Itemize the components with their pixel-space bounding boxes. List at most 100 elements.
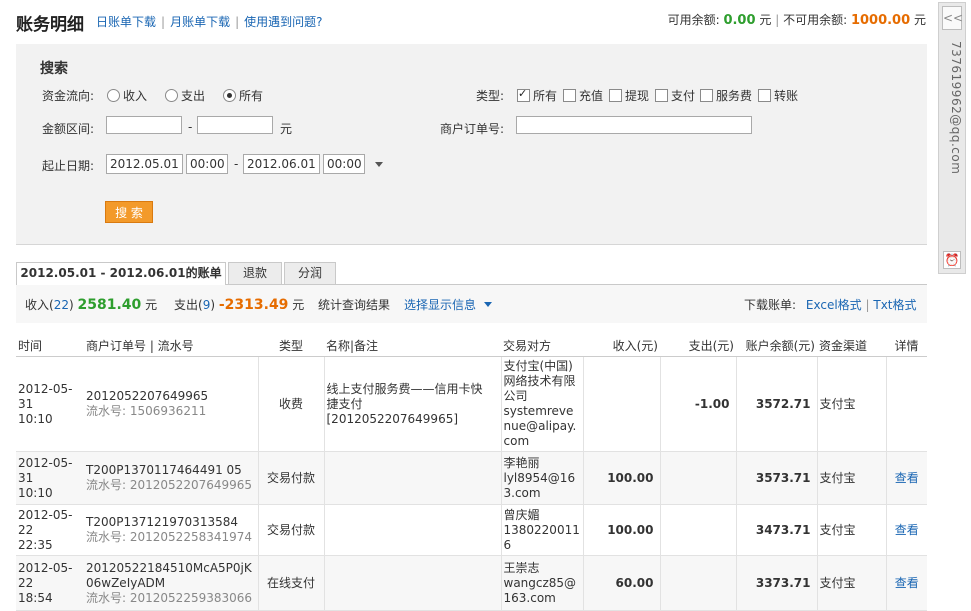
order-cell: 20120522184510McA5P0jK06wZeIyADM 流水号: 201… — [84, 555, 258, 611]
help-link[interactable]: 使用遇到问题? — [244, 15, 322, 29]
chevron-down-icon[interactable] — [375, 162, 383, 167]
order-number: 20120522184510McA5P0jK06wZeIyADM — [86, 560, 252, 590]
stats-query-link[interactable]: 统计查询结果 — [318, 296, 390, 313]
flow-option-income: 收入 — [123, 89, 148, 103]
income-cell: 60.00 — [583, 555, 660, 611]
available-balance-label: 可用余额: — [667, 13, 720, 27]
order-number-input[interactable] — [516, 116, 752, 134]
time-cell: 2012-05-31 10:10 — [16, 451, 84, 505]
search-button[interactable]: 搜 索 — [105, 201, 153, 223]
type-option-withdraw: 提现 — [625, 89, 650, 103]
time-cell: 2012-05-22 22:35 — [16, 504, 84, 556]
counterparty-cell: 曾庆媚 13802200116 — [500, 504, 584, 556]
row-time: 22:35 — [18, 537, 53, 552]
tab-refund[interactable]: 退款 — [228, 262, 282, 284]
flow-option-all: 所有 — [239, 89, 264, 103]
start-time-input[interactable]: 00:00 — [186, 154, 228, 174]
column-header: 资金渠道 — [817, 334, 886, 357]
type-checkbox-transfer[interactable] — [758, 89, 771, 102]
unavailable-balance-value: 1000.00 — [850, 13, 911, 28]
row-date: 2012-05-31 — [18, 455, 73, 485]
separator: | — [775, 13, 780, 27]
display-info-label: 选择显示信息 — [404, 298, 477, 312]
transactions-table: 时间 商户订单号 | 流水号 类型 名称|备注 交易对方 收入(元) 支出(元)… — [16, 334, 927, 611]
bill-tabs: 2012.05.01 - 2012.06.01的账单 退款 分润 — [16, 262, 927, 285]
available-balance-value: 0.00 — [723, 13, 756, 28]
view-detail-link[interactable]: 查看 — [895, 576, 919, 590]
display-info-menu[interactable]: 选择显示信息 — [404, 296, 492, 313]
excel-download-link[interactable]: Excel格式 — [806, 298, 862, 312]
detail-cell — [886, 356, 927, 452]
expense-label: 支出( — [174, 298, 203, 312]
account-detail-page: 账务明细 日账单下载 | 月账单下载 | 使用遇到问题? 可用余额: 0.00 元 | … — [0, 0, 935, 611]
order-number: T200P137121970313584 — [86, 515, 238, 529]
counterparty-account: systemrevenue@alipay.com — [503, 404, 577, 448]
alarm-clock-icon[interactable]: ⏰ — [943, 251, 961, 269]
income-count-link[interactable]: 22 — [54, 298, 69, 312]
header-links: 日账单下载 | 月账单下载 | 使用遇到问题? — [96, 13, 323, 30]
type-checkbox-payment[interactable] — [655, 89, 668, 102]
channel-cell: 支付宝 — [816, 555, 887, 611]
counterparty-cell: 王崇志 wangcz85@163.com — [500, 555, 584, 611]
download-bill: 下载账单: Excel格式 | Txt格式 — [744, 296, 917, 313]
row-time: 18:54 — [18, 590, 53, 605]
column-header: 收入(元) — [583, 334, 660, 357]
time-cell: 2012-05-31 10:10 — [16, 356, 84, 452]
flow-radio-expense[interactable] — [165, 89, 178, 102]
serial-prefix: 流水号: — [86, 404, 127, 418]
column-header: 时间 — [16, 334, 84, 357]
column-header: 详情 — [886, 334, 927, 357]
amount-range-label: 金额区间: — [42, 122, 95, 136]
tab-bill-range[interactable]: 2012.05.01 - 2012.06.01的账单 — [16, 262, 226, 285]
serial-prefix: 流水号: — [86, 530, 127, 544]
currency-unit: 元 — [913, 13, 926, 27]
daily-bill-download-link[interactable]: 日账单下载 — [96, 15, 156, 29]
type-checkbox-all[interactable] — [517, 87, 530, 102]
range-dash: - — [188, 120, 193, 134]
type-option-all: 所有 — [533, 89, 558, 103]
counterparty-cell: 支付宝(中国)网络技术有限公司 systemrevenue@alipay.com — [500, 356, 584, 452]
type-checkbox-recharge[interactable] — [563, 89, 576, 102]
column-header: 名称|备注 — [324, 334, 501, 357]
txt-download-link[interactable]: Txt格式 — [873, 298, 916, 312]
type-checkbox-withdraw[interactable] — [609, 89, 622, 102]
monthly-bill-download-link[interactable]: 月账单下载 — [170, 15, 230, 29]
flow-option-expense: 支出 — [181, 89, 206, 103]
serial-number: 1506936211 — [129, 404, 207, 418]
end-date-input[interactable]: 2012.06.01 — [243, 154, 320, 174]
row-date: 2012-05-31 — [18, 381, 73, 411]
income-cell: 100.00 — [583, 451, 660, 505]
start-date-input[interactable]: 2012.05.01 — [106, 154, 183, 174]
type-option-transfer: 转账 — [774, 89, 799, 103]
amount-max-input[interactable] — [197, 116, 273, 134]
counterparty-cell: 李艳丽 lyl8954@163.com — [500, 451, 584, 505]
income-label-close: ) — [68, 298, 74, 312]
end-time-input[interactable]: 00:00 — [323, 154, 365, 174]
name-cell — [324, 504, 501, 556]
table-row: 2012-05-31 10:10 2012052207649965 流水号: 150… — [16, 356, 927, 452]
column-header: 交易对方 — [501, 334, 583, 357]
flow-radio-income[interactable] — [107, 89, 120, 102]
income-unit: 元 — [145, 298, 158, 312]
counterparty-name: 曾庆媚 — [503, 507, 540, 522]
detail-cell: 查看 — [886, 504, 927, 556]
tab-profit-share[interactable]: 分润 — [284, 262, 336, 284]
time-cell: 2012-05-22 18:54 — [16, 555, 84, 611]
counterparty-name: 王崇志 — [503, 560, 540, 575]
name-cell: 线上支付服务费——信用卡快捷支付[2012052207649965] — [324, 356, 501, 452]
channel-cell: 支付宝 — [816, 504, 887, 556]
type-checkbox-service-fee[interactable] — [700, 89, 713, 102]
collapse-button[interactable]: << — [942, 6, 963, 30]
summary-bar: 收入(22) 2581.40 元 支出(9) -2313.49 元 统计查询结果… — [16, 285, 927, 323]
serial-prefix: 流水号: — [86, 478, 127, 492]
type-option-payment: 支付 — [671, 89, 696, 103]
counterparty-account: wangcz85@163.com — [503, 575, 577, 605]
amount-min-input[interactable] — [106, 116, 182, 134]
column-header: 类型 — [258, 334, 324, 357]
page-header: 账务明细 日账单下载 | 月账单下载 | 使用遇到问题? 可用余额: 0.00 元 | … — [16, 8, 926, 35]
type-option-recharge: 充值 — [579, 89, 604, 103]
view-detail-link[interactable]: 查看 — [895, 523, 919, 537]
flow-radio-all[interactable] — [223, 89, 236, 102]
view-detail-link[interactable]: 查看 — [895, 471, 919, 485]
table-row: 2012-05-31 10:10 T200P1370117464491 05 流水号… — [16, 451, 927, 505]
